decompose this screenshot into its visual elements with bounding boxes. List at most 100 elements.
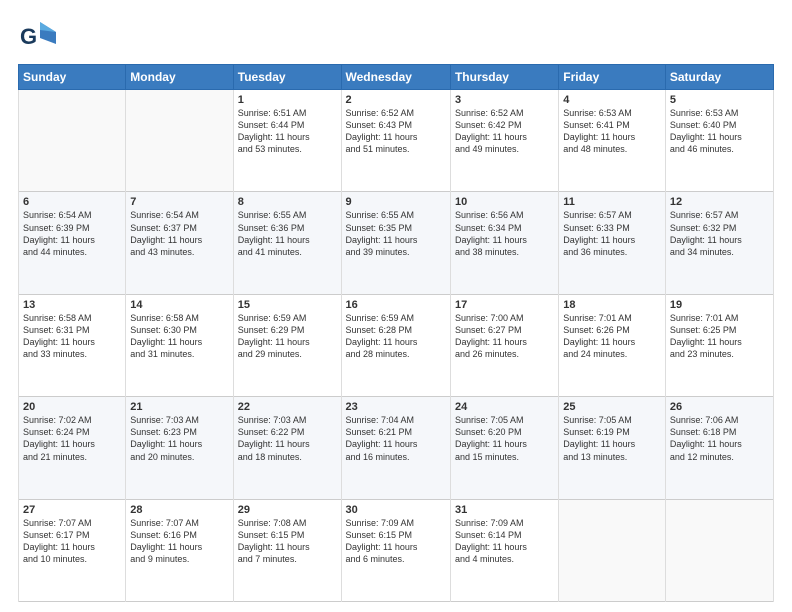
calendar-cell: 5Sunrise: 6:53 AM Sunset: 6:40 PM Daylig…	[665, 90, 773, 192]
calendar-cell: 1Sunrise: 6:51 AM Sunset: 6:44 PM Daylig…	[233, 90, 341, 192]
day-info: Sunrise: 7:09 AM Sunset: 6:14 PM Dayligh…	[455, 517, 554, 566]
calendar-cell: 6Sunrise: 6:54 AM Sunset: 6:39 PM Daylig…	[19, 192, 126, 294]
col-friday: Friday	[559, 65, 666, 90]
calendar-cell: 11Sunrise: 6:57 AM Sunset: 6:33 PM Dayli…	[559, 192, 666, 294]
svg-text:G: G	[20, 24, 37, 49]
day-info: Sunrise: 7:08 AM Sunset: 6:15 PM Dayligh…	[238, 517, 337, 566]
calendar-week-2: 6Sunrise: 6:54 AM Sunset: 6:39 PM Daylig…	[19, 192, 774, 294]
day-number: 25	[563, 401, 661, 413]
day-info: Sunrise: 6:58 AM Sunset: 6:30 PM Dayligh…	[130, 312, 228, 361]
col-saturday: Saturday	[665, 65, 773, 90]
day-number: 6	[23, 196, 121, 208]
day-info: Sunrise: 6:54 AM Sunset: 6:37 PM Dayligh…	[130, 209, 228, 258]
calendar-table: Sunday Monday Tuesday Wednesday Thursday…	[18, 64, 774, 602]
day-info: Sunrise: 6:54 AM Sunset: 6:39 PM Dayligh…	[23, 209, 121, 258]
day-number: 24	[455, 401, 554, 413]
calendar-cell: 19Sunrise: 7:01 AM Sunset: 6:25 PM Dayli…	[665, 294, 773, 396]
day-number: 19	[670, 299, 769, 311]
calendar-cell: 8Sunrise: 6:55 AM Sunset: 6:36 PM Daylig…	[233, 192, 341, 294]
day-info: Sunrise: 6:56 AM Sunset: 6:34 PM Dayligh…	[455, 209, 554, 258]
calendar-cell: 7Sunrise: 6:54 AM Sunset: 6:37 PM Daylig…	[126, 192, 233, 294]
calendar-cell: 21Sunrise: 7:03 AM Sunset: 6:23 PM Dayli…	[126, 397, 233, 499]
day-number: 9	[346, 196, 446, 208]
day-number: 28	[130, 504, 228, 516]
day-info: Sunrise: 6:57 AM Sunset: 6:32 PM Dayligh…	[670, 209, 769, 258]
calendar-cell	[665, 499, 773, 601]
calendar-cell	[19, 90, 126, 192]
col-tuesday: Tuesday	[233, 65, 341, 90]
col-wednesday: Wednesday	[341, 65, 450, 90]
calendar-cell: 14Sunrise: 6:58 AM Sunset: 6:30 PM Dayli…	[126, 294, 233, 396]
calendar-cell: 17Sunrise: 7:00 AM Sunset: 6:27 PM Dayli…	[450, 294, 558, 396]
day-number: 18	[563, 299, 661, 311]
day-info: Sunrise: 6:58 AM Sunset: 6:31 PM Dayligh…	[23, 312, 121, 361]
calendar-cell: 18Sunrise: 7:01 AM Sunset: 6:26 PM Dayli…	[559, 294, 666, 396]
day-number: 11	[563, 196, 661, 208]
day-info: Sunrise: 6:52 AM Sunset: 6:42 PM Dayligh…	[455, 107, 554, 156]
logo-icon: G	[18, 18, 62, 54]
calendar-cell: 9Sunrise: 6:55 AM Sunset: 6:35 PM Daylig…	[341, 192, 450, 294]
day-info: Sunrise: 6:53 AM Sunset: 6:40 PM Dayligh…	[670, 107, 769, 156]
calendar-cell: 25Sunrise: 7:05 AM Sunset: 6:19 PM Dayli…	[559, 397, 666, 499]
day-info: Sunrise: 7:07 AM Sunset: 6:16 PM Dayligh…	[130, 517, 228, 566]
day-number: 16	[346, 299, 446, 311]
day-number: 22	[238, 401, 337, 413]
calendar-cell: 28Sunrise: 7:07 AM Sunset: 6:16 PM Dayli…	[126, 499, 233, 601]
day-number: 2	[346, 94, 446, 106]
calendar-cell: 12Sunrise: 6:57 AM Sunset: 6:32 PM Dayli…	[665, 192, 773, 294]
day-info: Sunrise: 7:05 AM Sunset: 6:19 PM Dayligh…	[563, 414, 661, 463]
day-info: Sunrise: 7:00 AM Sunset: 6:27 PM Dayligh…	[455, 312, 554, 361]
day-info: Sunrise: 6:55 AM Sunset: 6:35 PM Dayligh…	[346, 209, 446, 258]
day-number: 12	[670, 196, 769, 208]
calendar-cell: 23Sunrise: 7:04 AM Sunset: 6:21 PM Dayli…	[341, 397, 450, 499]
day-info: Sunrise: 7:06 AM Sunset: 6:18 PM Dayligh…	[670, 414, 769, 463]
col-thursday: Thursday	[450, 65, 558, 90]
calendar-week-1: 1Sunrise: 6:51 AM Sunset: 6:44 PM Daylig…	[19, 90, 774, 192]
calendar-cell: 15Sunrise: 6:59 AM Sunset: 6:29 PM Dayli…	[233, 294, 341, 396]
day-number: 17	[455, 299, 554, 311]
day-info: Sunrise: 7:05 AM Sunset: 6:20 PM Dayligh…	[455, 414, 554, 463]
calendar-cell: 13Sunrise: 6:58 AM Sunset: 6:31 PM Dayli…	[19, 294, 126, 396]
day-info: Sunrise: 6:51 AM Sunset: 6:44 PM Dayligh…	[238, 107, 337, 156]
day-number: 5	[670, 94, 769, 106]
day-info: Sunrise: 6:52 AM Sunset: 6:43 PM Dayligh…	[346, 107, 446, 156]
calendar-cell: 27Sunrise: 7:07 AM Sunset: 6:17 PM Dayli…	[19, 499, 126, 601]
day-number: 14	[130, 299, 228, 311]
day-number: 10	[455, 196, 554, 208]
day-number: 31	[455, 504, 554, 516]
calendar-week-3: 13Sunrise: 6:58 AM Sunset: 6:31 PM Dayli…	[19, 294, 774, 396]
day-number: 13	[23, 299, 121, 311]
col-sunday: Sunday	[19, 65, 126, 90]
day-info: Sunrise: 6:53 AM Sunset: 6:41 PM Dayligh…	[563, 107, 661, 156]
calendar-cell: 4Sunrise: 6:53 AM Sunset: 6:41 PM Daylig…	[559, 90, 666, 192]
calendar-cell: 16Sunrise: 6:59 AM Sunset: 6:28 PM Dayli…	[341, 294, 450, 396]
calendar: Sunday Monday Tuesday Wednesday Thursday…	[18, 64, 774, 602]
day-number: 4	[563, 94, 661, 106]
day-number: 1	[238, 94, 337, 106]
calendar-cell: 26Sunrise: 7:06 AM Sunset: 6:18 PM Dayli…	[665, 397, 773, 499]
calendar-week-5: 27Sunrise: 7:07 AM Sunset: 6:17 PM Dayli…	[19, 499, 774, 601]
calendar-cell: 24Sunrise: 7:05 AM Sunset: 6:20 PM Dayli…	[450, 397, 558, 499]
header-row: Sunday Monday Tuesday Wednesday Thursday…	[19, 65, 774, 90]
page: G Sunday Monday Tuesday Wednesday Thursd…	[0, 0, 792, 612]
day-info: Sunrise: 7:04 AM Sunset: 6:21 PM Dayligh…	[346, 414, 446, 463]
day-number: 27	[23, 504, 121, 516]
day-info: Sunrise: 6:57 AM Sunset: 6:33 PM Dayligh…	[563, 209, 661, 258]
day-info: Sunrise: 7:09 AM Sunset: 6:15 PM Dayligh…	[346, 517, 446, 566]
calendar-body: 1Sunrise: 6:51 AM Sunset: 6:44 PM Daylig…	[19, 90, 774, 602]
calendar-header: Sunday Monday Tuesday Wednesday Thursday…	[19, 65, 774, 90]
day-number: 20	[23, 401, 121, 413]
calendar-cell: 2Sunrise: 6:52 AM Sunset: 6:43 PM Daylig…	[341, 90, 450, 192]
day-info: Sunrise: 7:03 AM Sunset: 6:22 PM Dayligh…	[238, 414, 337, 463]
day-info: Sunrise: 6:59 AM Sunset: 6:29 PM Dayligh…	[238, 312, 337, 361]
day-info: Sunrise: 7:01 AM Sunset: 6:25 PM Dayligh…	[670, 312, 769, 361]
day-number: 29	[238, 504, 337, 516]
calendar-cell: 10Sunrise: 6:56 AM Sunset: 6:34 PM Dayli…	[450, 192, 558, 294]
day-number: 26	[670, 401, 769, 413]
col-monday: Monday	[126, 65, 233, 90]
day-info: Sunrise: 6:55 AM Sunset: 6:36 PM Dayligh…	[238, 209, 337, 258]
calendar-cell: 31Sunrise: 7:09 AM Sunset: 6:14 PM Dayli…	[450, 499, 558, 601]
day-number: 15	[238, 299, 337, 311]
calendar-week-4: 20Sunrise: 7:02 AM Sunset: 6:24 PM Dayli…	[19, 397, 774, 499]
calendar-cell	[126, 90, 233, 192]
